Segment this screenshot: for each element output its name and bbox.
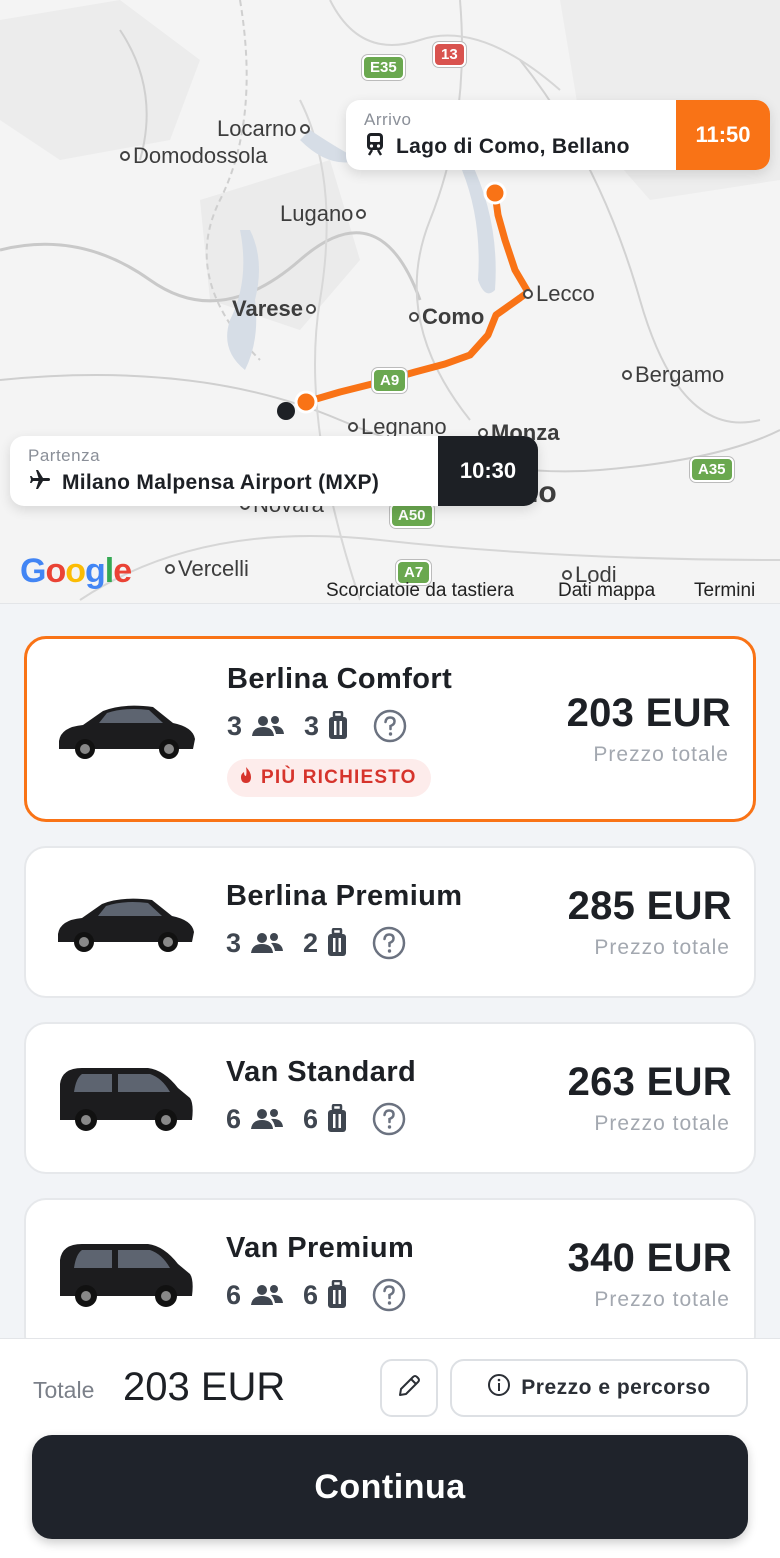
departure-label: Partenza	[28, 446, 101, 465]
departure-callout[interactable]: Partenza Milano Malpensa Airport (MXP) 1…	[10, 436, 538, 506]
arrival-label: Arrivo	[364, 110, 412, 129]
arrival-time: 11:50	[676, 100, 770, 170]
map-label-lugano: Lugano	[280, 201, 367, 227]
keyboard-shortcuts-link[interactable]: Scorciatoie da tastiera	[326, 580, 514, 602]
map-label-vercelli: Vercelli	[165, 556, 249, 582]
sedan-image	[53, 697, 199, 768]
vehicle-card-berlina-comfort[interactable]: Berlina Comfort 3 3 PIÙ RICHIESTO 203 EU…	[24, 636, 756, 822]
route-map[interactable]: Locarno Domodossola Lugano Varese Como L…	[0, 0, 780, 604]
road-badge-a9: A9	[372, 368, 408, 393]
vehicle-price: 340 EUR	[567, 1236, 732, 1280]
road-badge-13: 13	[433, 42, 466, 67]
passengers-icon	[249, 1283, 285, 1307]
departure-time: 10:30	[438, 436, 538, 506]
vehicle-card-van-standard[interactable]: Van Standard 6 6 263 EUR Prezzo totale	[24, 1022, 756, 1174]
total-value: 203 EUR	[123, 1365, 286, 1409]
price-label: Prezzo totale	[594, 936, 730, 959]
vehicle-price: 263 EUR	[567, 1060, 732, 1104]
luggage-icon	[326, 1280, 348, 1310]
help-icon[interactable]	[373, 709, 407, 743]
edit-button[interactable]	[380, 1359, 438, 1417]
map-label-varese: Varese	[232, 296, 316, 322]
vehicle-card-berlina-premium[interactable]: Berlina Premium 3 2 285 EUR Prezzo total…	[24, 846, 756, 998]
vehicle-name: Van Premium	[226, 1232, 415, 1264]
help-icon[interactable]	[372, 926, 406, 960]
most-requested-badge: PIÙ RICHIESTO	[227, 759, 431, 797]
info-icon	[487, 1373, 511, 1403]
passengers-icon	[249, 931, 285, 955]
pencil-icon	[396, 1373, 422, 1404]
road-badge-e35: E35	[362, 55, 405, 80]
vehicle-name: Berlina Premium	[226, 880, 463, 912]
terms-link[interactable]: Termini	[694, 580, 755, 602]
luggage-count: 2	[303, 927, 319, 958]
sedan-image	[52, 890, 198, 961]
luggage-count: 6	[303, 1103, 319, 1134]
luggage-icon	[326, 1104, 348, 1134]
map-label-bergamo: Bergamo	[622, 362, 724, 388]
flame-icon	[239, 766, 253, 790]
arrival-callout[interactable]: Arrivo Lago di Como, Bellano 11:50	[346, 100, 770, 170]
google-logo: Google	[20, 552, 132, 590]
price-label: Prezzo totale	[594, 1288, 730, 1311]
luggage-icon	[327, 711, 349, 741]
departure-name: Milano Malpensa Airport (MXP)	[62, 471, 380, 494]
total-label: Totale	[33, 1377, 95, 1403]
price-label: Prezzo totale	[593, 743, 729, 766]
help-icon[interactable]	[372, 1278, 406, 1312]
passengers-icon	[250, 714, 286, 738]
plane-icon	[28, 468, 52, 498]
vehicle-price: 203 EUR	[566, 691, 731, 735]
checkout-footer: Totale 203 EUR Prezzo e percorso Continu…	[0, 1338, 780, 1558]
continue-button[interactable]: Continua	[32, 1435, 748, 1539]
price-label: Prezzo totale	[594, 1112, 730, 1135]
passengers-icon	[249, 1107, 285, 1131]
map-label-lecco: Lecco	[523, 281, 595, 307]
map-label-como: Como	[409, 304, 484, 330]
price-and-route-button[interactable]: Prezzo e percorso	[450, 1359, 748, 1417]
vehicle-name: Van Standard	[226, 1056, 417, 1088]
van-image	[52, 1060, 198, 1141]
luggage-icon	[326, 928, 348, 958]
vehicle-card-van-premium[interactable]: Van Premium 6 6 340 EUR Prezzo totale	[24, 1198, 756, 1358]
passenger-count: 3	[226, 927, 242, 958]
road-badge-a35: A35	[690, 457, 734, 482]
map-label-domodossola: Domodossola	[120, 143, 268, 169]
passenger-count: 6	[226, 1279, 242, 1310]
vehicle-price: 285 EUR	[567, 884, 732, 928]
van-image	[52, 1236, 198, 1317]
vehicle-name: Berlina Comfort	[227, 663, 453, 695]
luggage-count: 3	[304, 710, 320, 741]
road-badge-a50: A50	[390, 503, 434, 528]
map-label-locarno: Locarno	[217, 116, 310, 142]
help-icon[interactable]	[372, 1102, 406, 1136]
train-icon	[364, 132, 386, 162]
arrival-name: Lago di Como, Bellano	[396, 135, 630, 158]
passenger-count: 6	[226, 1103, 242, 1134]
map-data-link[interactable]: Dati mappa	[558, 580, 655, 602]
passenger-count: 3	[227, 710, 243, 741]
luggage-count: 6	[303, 1279, 319, 1310]
